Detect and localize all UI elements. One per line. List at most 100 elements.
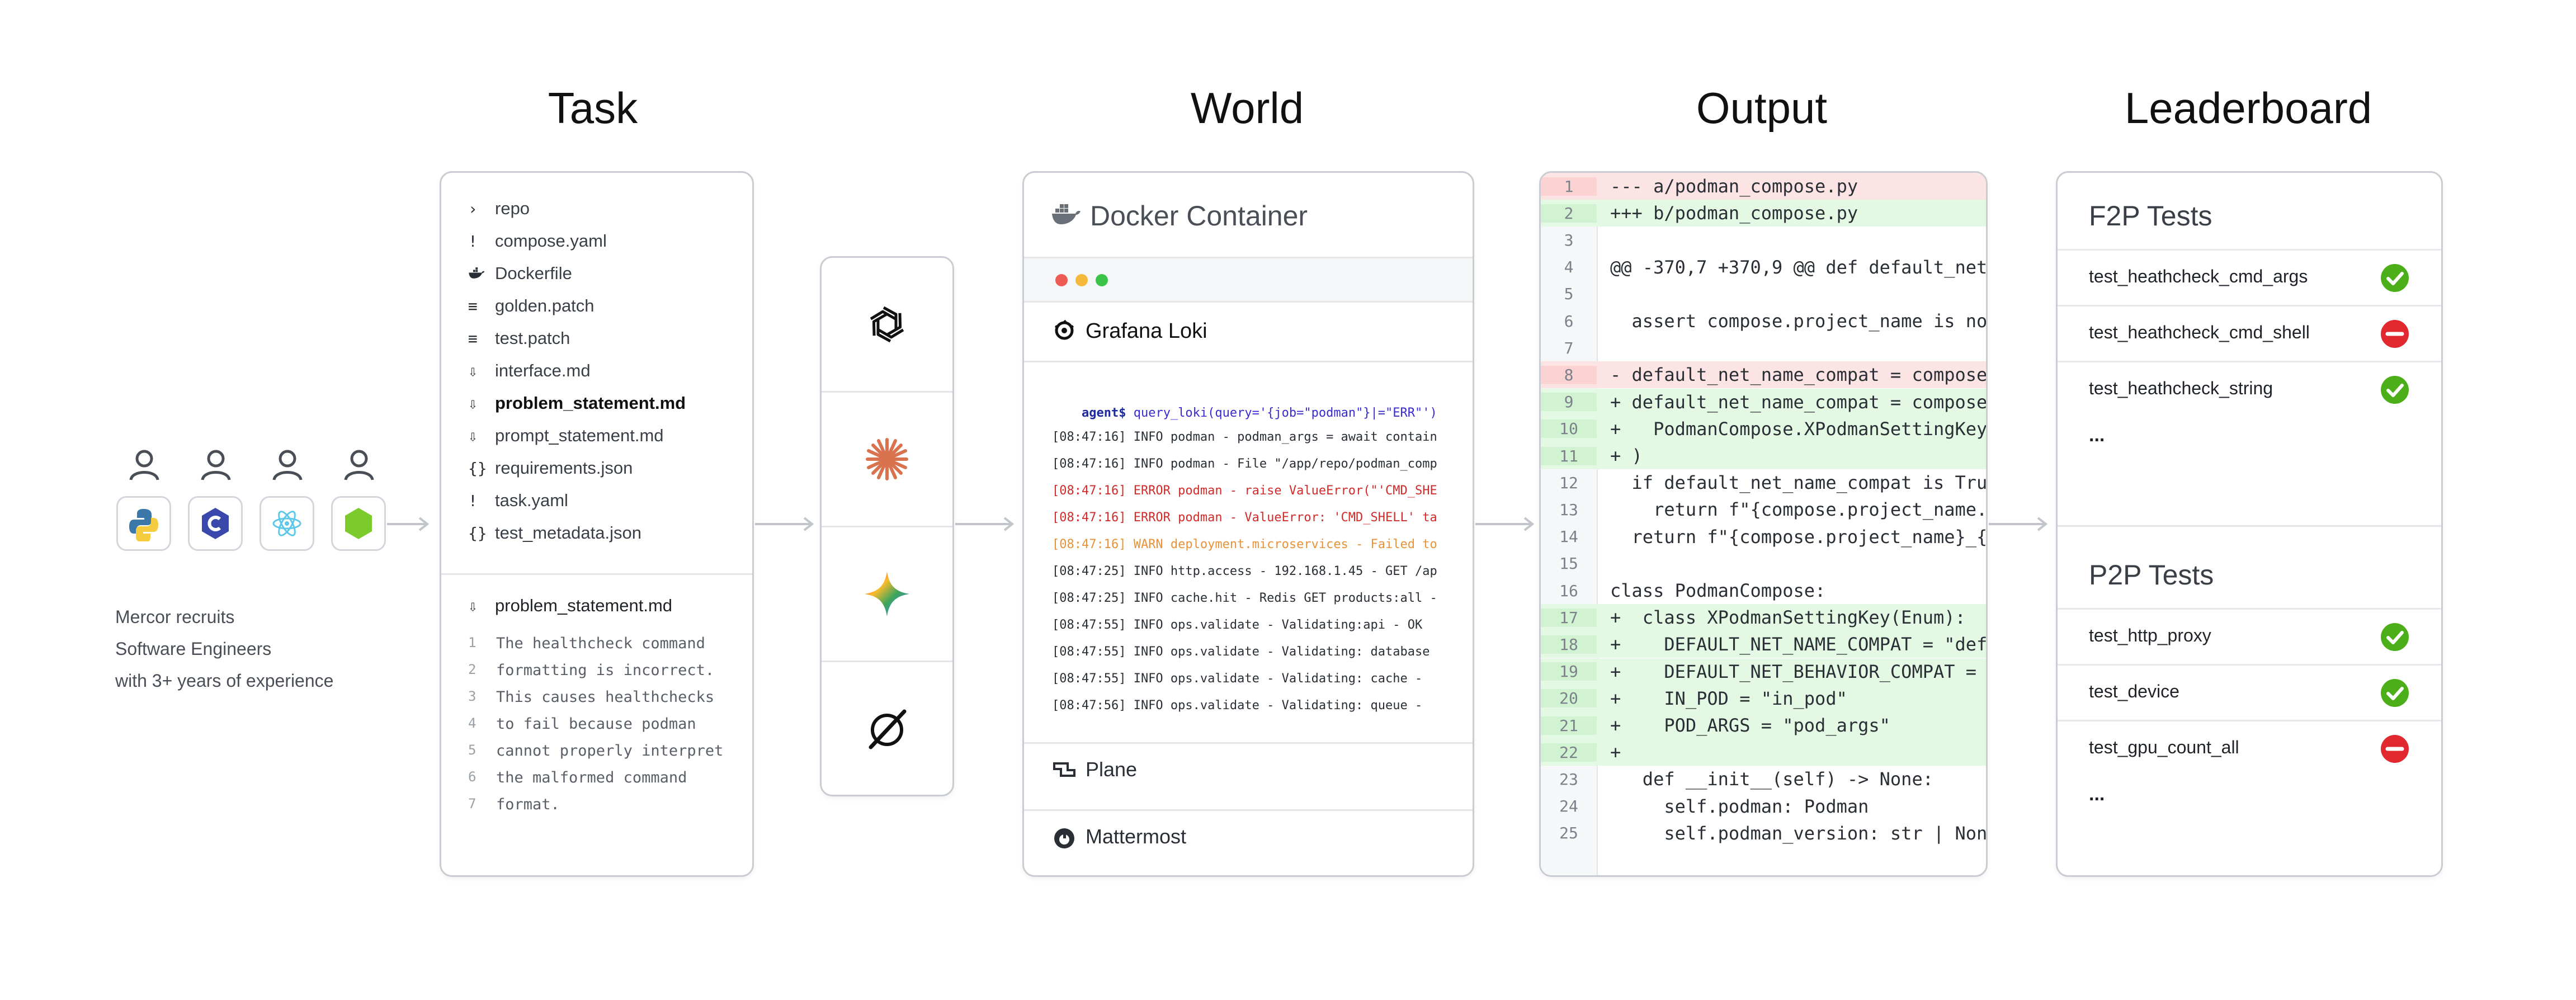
file-tree-item[interactable]: Dockerfile bbox=[468, 262, 572, 285]
diff-line-text: --- a/podman_compose.py bbox=[1610, 176, 1858, 197]
arrow-task-to-models bbox=[755, 517, 814, 531]
file-tree-item[interactable]: ! compose.yaml bbox=[468, 230, 607, 252]
p2p-more: ... bbox=[2089, 784, 2105, 805]
log-line: [08:47:25] INFO cache.hit - Redis GET pr… bbox=[1052, 591, 1437, 605]
preview-line-number: 6 bbox=[468, 769, 476, 785]
person-icon bbox=[272, 450, 303, 480]
preview-line: 7 format. bbox=[468, 796, 560, 818]
agent-prompt: agent$ bbox=[1081, 406, 1126, 420]
file-tree-item[interactable]: {} requirements.json bbox=[468, 457, 633, 479]
diff-line-text: + IN_POD = "in_pod" bbox=[1610, 687, 1847, 709]
test-result-row[interactable]: test_heathcheck_cmd_shell bbox=[2058, 305, 2441, 361]
preview-line-text: This causes healthchecks bbox=[496, 688, 715, 706]
mattermost-label[interactable]: Mattermost bbox=[1086, 825, 1186, 848]
preview-line-number: 5 bbox=[468, 742, 476, 758]
file-tree-item[interactable]: › repo bbox=[468, 197, 530, 220]
diff-line-text: return f"{compose.project_name}_{ bbox=[1610, 526, 1988, 548]
model-anthropic[interactable] bbox=[822, 393, 952, 527]
diff-line-number: 7 bbox=[1564, 338, 1574, 357]
diff-line: 19 + DEFAULT_NET_BEHAVIOR_COMPAT = bbox=[1541, 658, 1986, 685]
diff-line: 11 + ) bbox=[1541, 442, 1986, 469]
file-name: compose.yaml bbox=[495, 231, 607, 251]
diff-line-number: 5 bbox=[1564, 285, 1574, 304]
check-circle-icon bbox=[2381, 376, 2409, 404]
output-heading: Output bbox=[1696, 83, 1828, 133]
preview-line-number: 3 bbox=[468, 688, 476, 704]
file-tree-item[interactable]: {} test_metadata.json bbox=[468, 522, 641, 544]
log-line: [08:47:16] INFO podman - File "/app/repo… bbox=[1052, 457, 1437, 471]
preview-line-text: to fail because podman bbox=[496, 715, 696, 733]
log-line: [08:47:16] WARN deployment.microservices… bbox=[1052, 537, 1437, 551]
diff-line: 17 + class XPodmanSettingKey(Enum): bbox=[1541, 604, 1986, 631]
window-minimize-button[interactable] bbox=[1075, 274, 1088, 286]
plane-label[interactable]: Plane bbox=[1086, 758, 1137, 781]
task-panel: › repo ! compose.yaml Dockerfile ≡ golden.patc… bbox=[440, 171, 754, 877]
f2p-title: F2P Tests bbox=[2089, 200, 2212, 232]
diff-line-number: 1 bbox=[1541, 177, 1597, 196]
diff-line-number: 25 bbox=[1559, 824, 1578, 843]
preview-line-text: format. bbox=[496, 796, 560, 813]
model-openai[interactable] bbox=[822, 258, 952, 393]
diff-line-number: 21 bbox=[1541, 716, 1597, 735]
file-name: interface.md bbox=[495, 361, 591, 380]
window-close-button[interactable] bbox=[1055, 274, 1068, 286]
grafana-loki-label[interactable]: Grafana Loki bbox=[1086, 319, 1207, 343]
diff-line-number: 18 bbox=[1541, 635, 1597, 654]
preview-line: 1 The healthcheck command bbox=[468, 635, 705, 657]
react-icon bbox=[272, 511, 301, 536]
diff-line-text: class PodmanCompose: bbox=[1610, 580, 1826, 601]
file-tree-item[interactable]: ≡ test.patch bbox=[468, 327, 570, 350]
react-language-tile bbox=[260, 496, 314, 551]
diff-line-number: 12 bbox=[1559, 473, 1578, 492]
c-language-tile bbox=[188, 496, 243, 551]
file-name: requirements.json bbox=[495, 458, 633, 478]
python-icon bbox=[129, 509, 158, 541]
diff-line-number: 14 bbox=[1559, 527, 1578, 546]
diff-line: 13 return f"{compose.project_name. bbox=[1541, 496, 1986, 523]
diff-line: 5 bbox=[1541, 281, 1986, 308]
anthropic-icon bbox=[866, 438, 908, 480]
mattermost-icon bbox=[1054, 828, 1074, 848]
lines-icon: ≡ bbox=[468, 296, 478, 315]
file-name: golden.patch bbox=[495, 296, 595, 315]
minus-circle-icon bbox=[2381, 320, 2409, 348]
grafana-icon bbox=[1054, 319, 1074, 340]
file-tree-item[interactable]: ≡ golden.patch bbox=[468, 295, 595, 317]
test-name: test_http_proxy bbox=[2089, 625, 2211, 645]
diff-line-text: + PodmanCompose.XPodmanSettingKey bbox=[1610, 418, 1988, 440]
diff-line: 15 bbox=[1541, 550, 1986, 577]
test-result-row[interactable]: test_heathcheck_string bbox=[2058, 361, 2441, 417]
file-tree-item[interactable]: ⇩ prompt_statement.md bbox=[468, 424, 664, 447]
log-line: [08:47:25] INFO http.access - 192.168.1.… bbox=[1052, 564, 1437, 578]
preview-file-name: problem_statement.md bbox=[495, 596, 673, 615]
model-xai[interactable] bbox=[822, 662, 952, 795]
python-language-tile bbox=[116, 496, 171, 551]
file-name: repo bbox=[495, 199, 530, 218]
window-maximize-button[interactable] bbox=[1096, 274, 1108, 286]
diff-line-number: 2 bbox=[1541, 204, 1597, 223]
lines-icon: ≡ bbox=[468, 329, 478, 348]
diff-line: 16 class PodmanCompose: bbox=[1541, 577, 1986, 604]
nodejs-language-tile bbox=[331, 496, 386, 551]
markdown-icon: ⇩ bbox=[468, 361, 478, 380]
diff-line-number: 20 bbox=[1541, 689, 1597, 708]
agent-command: agent$ query_loki(query='{job="podman"}|… bbox=[1052, 392, 1437, 434]
preview-file-header[interactable]: ⇩ problem_statement.md bbox=[468, 595, 672, 617]
preview-line-number: 4 bbox=[468, 715, 476, 731]
xai-grok-icon bbox=[869, 709, 907, 749]
file-tree-item[interactable]: ⇩ interface.md bbox=[468, 360, 591, 382]
file-tree-item[interactable]: ! task.yaml bbox=[468, 489, 568, 512]
caption-line-2: Software Engineers bbox=[115, 639, 272, 659]
preview-line-text: the malformed command bbox=[496, 769, 687, 786]
test-result-row[interactable]: test_gpu_count_all bbox=[2058, 720, 2441, 776]
test-result-row[interactable]: test_heathcheck_cmd_args bbox=[2058, 249, 2441, 305]
test-name: test_heathcheck_cmd_args bbox=[2089, 266, 2308, 286]
test-result-row[interactable]: test_http_proxy bbox=[2058, 608, 2441, 664]
model-gemini[interactable] bbox=[822, 527, 952, 662]
task-divider bbox=[441, 573, 752, 575]
file-tree-item[interactable]: ⇩ problem_statement.md bbox=[468, 392, 686, 414]
log-line: [08:47:16] INFO podman - podman_args = a… bbox=[1052, 430, 1437, 444]
diff-line-text: @@ -370,7 +370,9 @@ def default_net bbox=[1610, 256, 1988, 278]
test-result-row[interactable]: test_device bbox=[2058, 664, 2441, 720]
diff-line: 9 + default_net_name_compat = compose bbox=[1541, 388, 1986, 416]
